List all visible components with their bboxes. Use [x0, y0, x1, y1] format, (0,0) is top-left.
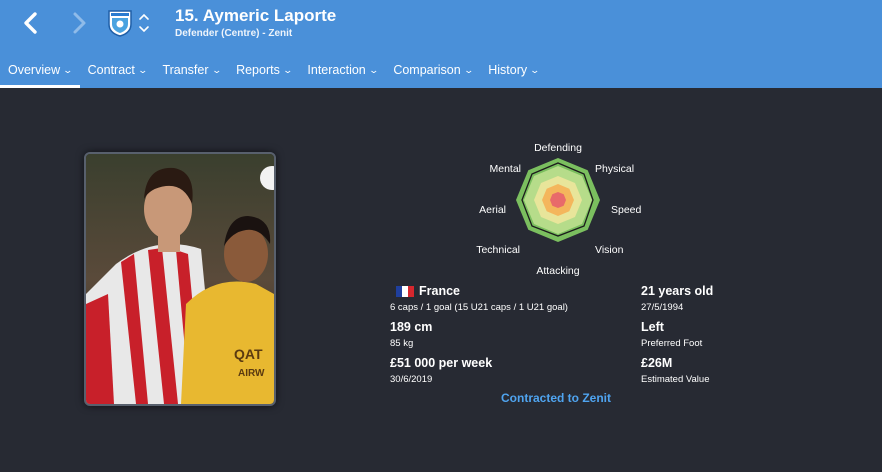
chevron-down-icon: ⌄ — [463, 64, 474, 75]
age-value: 21 years old — [641, 284, 714, 298]
tab-bar: Overview ⌄ Contract ⌄ Transfer ⌄ Reports ⌄ I… — [0, 52, 547, 88]
height-value: 189 cm — [390, 320, 433, 334]
radar-label-defending: Defending — [534, 142, 582, 154]
chevron-down-icon: ⌄ — [368, 64, 379, 75]
contracted-club-link[interactable]: Contracted to Zenit — [501, 391, 611, 405]
tab-label: Interaction — [307, 63, 366, 77]
weight-value: 85 kg — [390, 338, 414, 349]
preferred-foot-value: Left — [641, 320, 664, 334]
header-bar: 15. Aymeric Laporte Defender (Centre) - … — [0, 0, 882, 88]
chevron-down-icon: ⌄ — [211, 64, 222, 75]
preferred-foot-label: Preferred Foot — [641, 338, 703, 349]
chevron-left-icon[interactable] — [16, 8, 44, 38]
tab-reports[interactable]: Reports ⌄ — [228, 52, 299, 88]
radar-label-vision: Vision — [595, 244, 624, 256]
tab-history[interactable]: History ⌄ — [480, 52, 546, 88]
player-photo-image: QAT AIRW — [86, 154, 274, 404]
chevron-down-icon: ⌄ — [62, 64, 74, 75]
page-subtitle: Defender (Centre) - Zenit — [175, 28, 293, 39]
radar-label-technical: Technical — [476, 244, 520, 256]
page-title: 15. Aymeric Laporte — [175, 6, 337, 25]
radar-label-attacking: Attacking — [536, 265, 579, 277]
tab-comparison[interactable]: Comparison ⌄ — [385, 52, 480, 88]
tab-label: Contract — [87, 63, 135, 77]
tab-overview[interactable]: Overview ⌄ — [0, 52, 80, 88]
zenit-badge-icon — [108, 10, 132, 37]
tab-label: Overview — [8, 63, 61, 77]
radar-label-aerial: Aerial — [479, 204, 506, 216]
radar-label-physical: Physical — [595, 163, 634, 175]
svg-text:AIRW: AIRW — [238, 368, 265, 379]
wage-value: £51 000 per week — [390, 356, 493, 370]
nationality: France — [419, 284, 460, 298]
tab-label: Transfer — [162, 63, 209, 77]
attribute-radar-chart: Defending Physical Speed Vision Attackin… — [476, 142, 642, 277]
international-caps: 6 caps / 1 goal (15 U21 caps / 1 U21 goa… — [390, 302, 568, 313]
tab-contract[interactable]: Contract ⌄ — [80, 52, 155, 88]
contract-end-date: 30/6/2019 — [390, 374, 433, 385]
svg-text:QAT: QAT — [234, 346, 263, 362]
date-of-birth: 27/5/1994 — [641, 302, 684, 313]
tab-transfer[interactable]: Transfer ⌄ — [154, 52, 228, 88]
estimated-value-label: Estimated Value — [641, 374, 710, 385]
france-flag-icon — [396, 286, 414, 297]
chevron-down-icon: ⌄ — [282, 64, 293, 75]
up-down-chevron-icon[interactable] — [137, 9, 151, 37]
chevron-down-icon: ⌄ — [529, 64, 541, 75]
player-photo: QAT AIRW — [84, 152, 276, 406]
radar-label-speed: Speed — [611, 204, 642, 216]
tab-label: Reports — [236, 63, 280, 77]
radar-ring-inner — [550, 192, 566, 208]
chevron-down-icon: ⌄ — [137, 64, 148, 75]
estimated-value: £26M — [641, 356, 673, 370]
tab-label: History — [488, 63, 528, 77]
chevron-right-icon[interactable] — [66, 8, 94, 38]
tab-label: Comparison — [393, 63, 461, 77]
tab-interaction[interactable]: Interaction ⌄ — [299, 52, 385, 88]
radar-label-mental: Mental — [489, 163, 521, 175]
